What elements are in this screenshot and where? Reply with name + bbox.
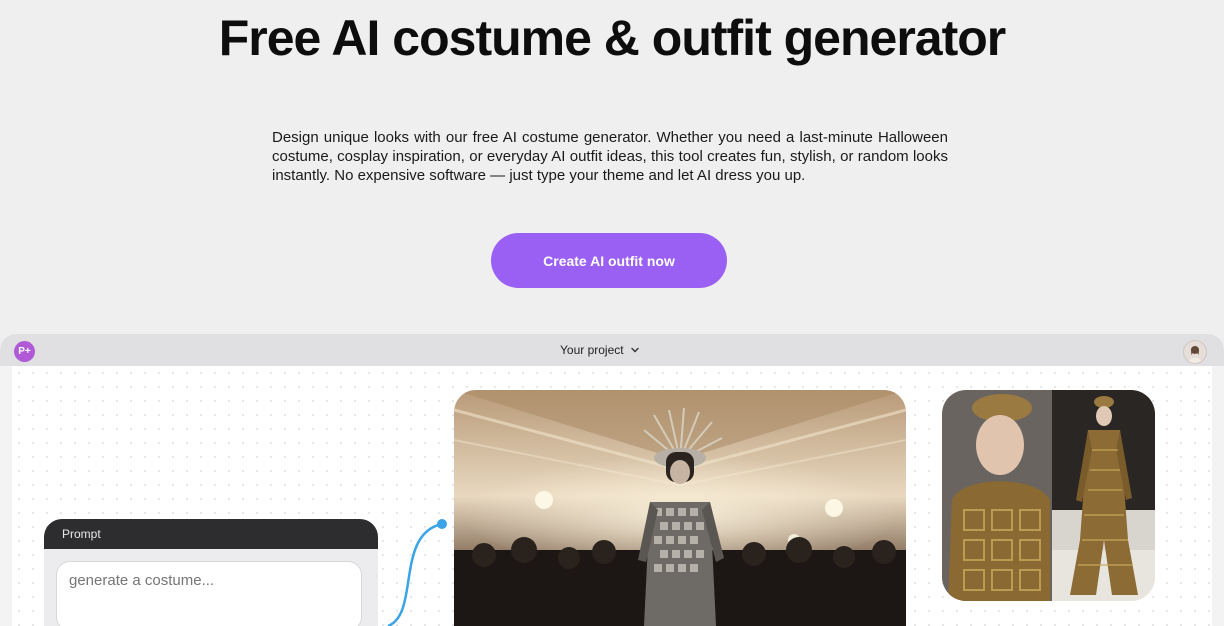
- chevron-down-icon: [630, 345, 640, 355]
- prompt-header: Prompt: [44, 519, 378, 549]
- hero-description: Design unique looks with our free AI cos…: [272, 129, 948, 184]
- app-top-bar: P+ Your project: [0, 334, 1224, 366]
- generated-costume-image[interactable]: [454, 390, 906, 626]
- page-title: Free AI costume & outfit generator: [218, 10, 1006, 66]
- prompt-node: Prompt: [44, 519, 378, 626]
- create-outfit-button[interactable]: Create AI outfit now: [491, 233, 727, 288]
- app-logo[interactable]: P+: [14, 341, 35, 362]
- costume-variation-image[interactable]: [942, 390, 1155, 601]
- project-label: Your project: [560, 343, 624, 357]
- prompt-input[interactable]: [56, 561, 362, 626]
- project-selector[interactable]: Your project: [560, 341, 640, 359]
- node-connector: [387, 519, 447, 626]
- user-avatar[interactable]: [1183, 340, 1207, 364]
